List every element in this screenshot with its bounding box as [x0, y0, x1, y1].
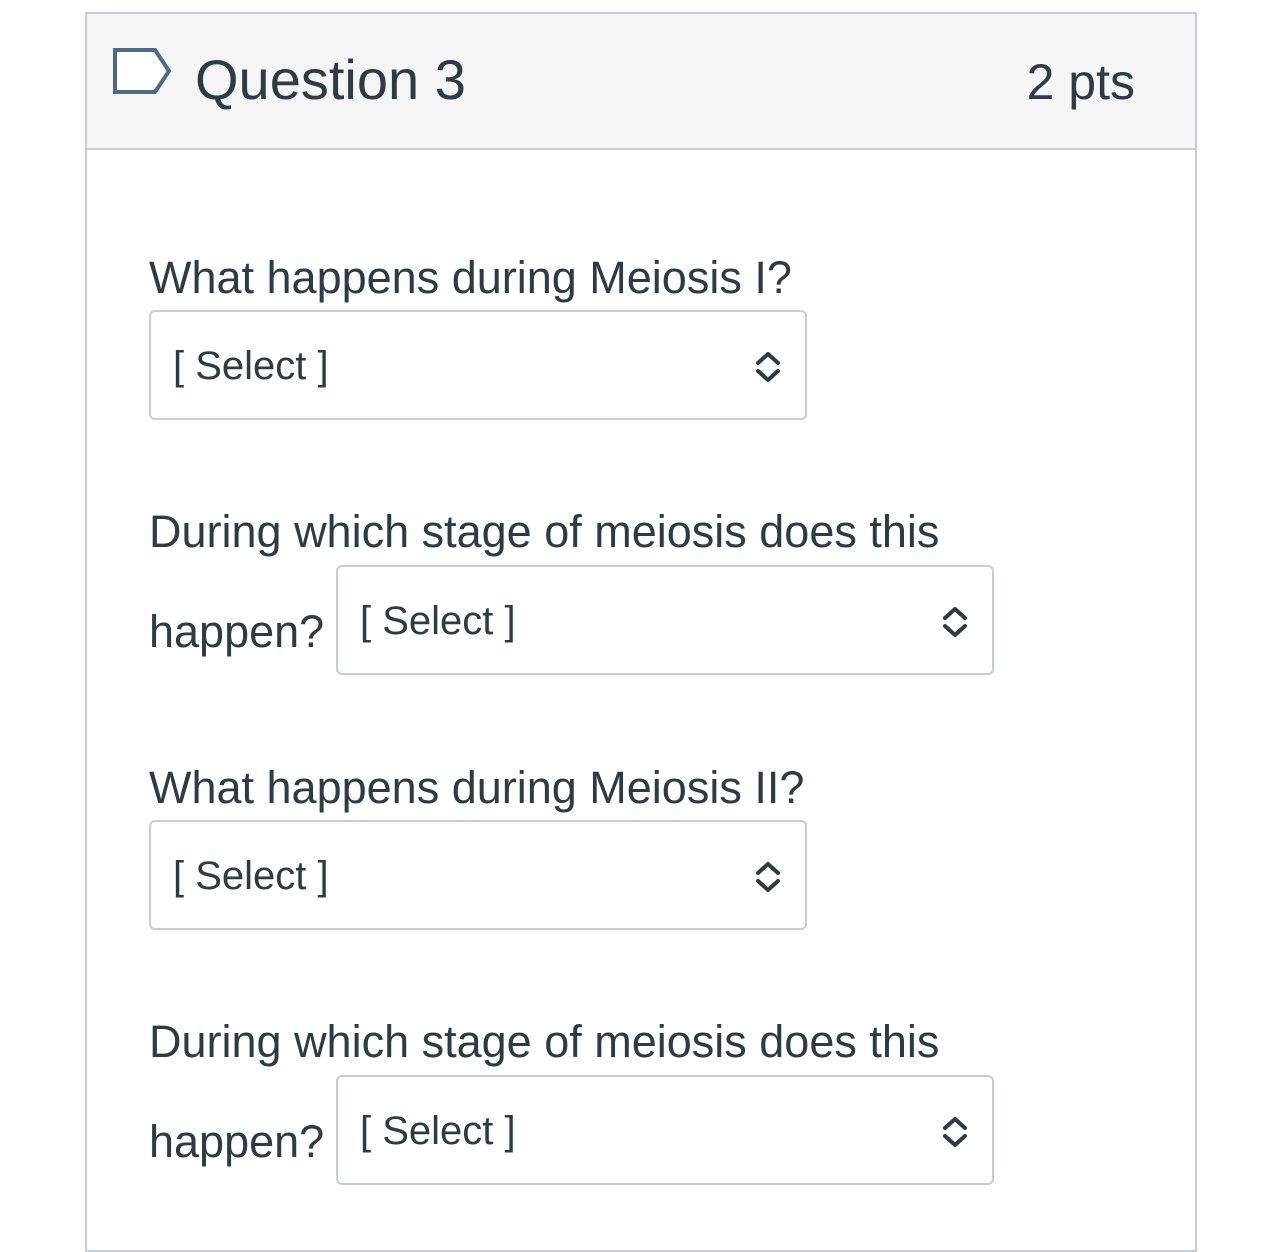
chevron-up-down-icon	[756, 862, 780, 892]
select-value: [ Select ]	[173, 344, 329, 388]
prompt-stage-2-line2: happen?	[149, 1116, 325, 1167]
select-value: [ Select ]	[173, 854, 329, 898]
answer-select-3[interactable]: [ Select ]	[149, 820, 807, 930]
prompt-meiosis-1: What happens during Meiosis I?	[149, 252, 792, 303]
prompt-stage-2-line1: During which stage of meiosis does this	[149, 1016, 940, 1067]
question-points: 2 pts	[1026, 54, 1135, 110]
answer-select-2[interactable]: [ Select ]	[336, 565, 994, 675]
flag-question-icon[interactable]	[111, 46, 175, 96]
prompt-stage-1-line1: During which stage of meiosis does this	[149, 506, 940, 557]
chevron-up-down-icon	[943, 607, 967, 637]
select-value: [ Select ]	[360, 599, 516, 643]
chevron-up-down-icon	[943, 1117, 967, 1147]
answer-select-4[interactable]: [ Select ]	[336, 1075, 994, 1185]
chevron-up-down-icon	[756, 352, 780, 382]
prompt-stage-1-line2: happen?	[149, 606, 325, 657]
question-header: Question 3 2 pts	[87, 14, 1195, 150]
answer-select-1[interactable]: [ Select ]	[149, 310, 807, 420]
question-title: Question 3	[195, 48, 466, 111]
prompt-meiosis-2: What happens during Meiosis II?	[149, 762, 805, 813]
select-value: [ Select ]	[360, 1109, 516, 1153]
question-card: Question 3 2 pts What happens during Mei…	[85, 12, 1197, 1252]
